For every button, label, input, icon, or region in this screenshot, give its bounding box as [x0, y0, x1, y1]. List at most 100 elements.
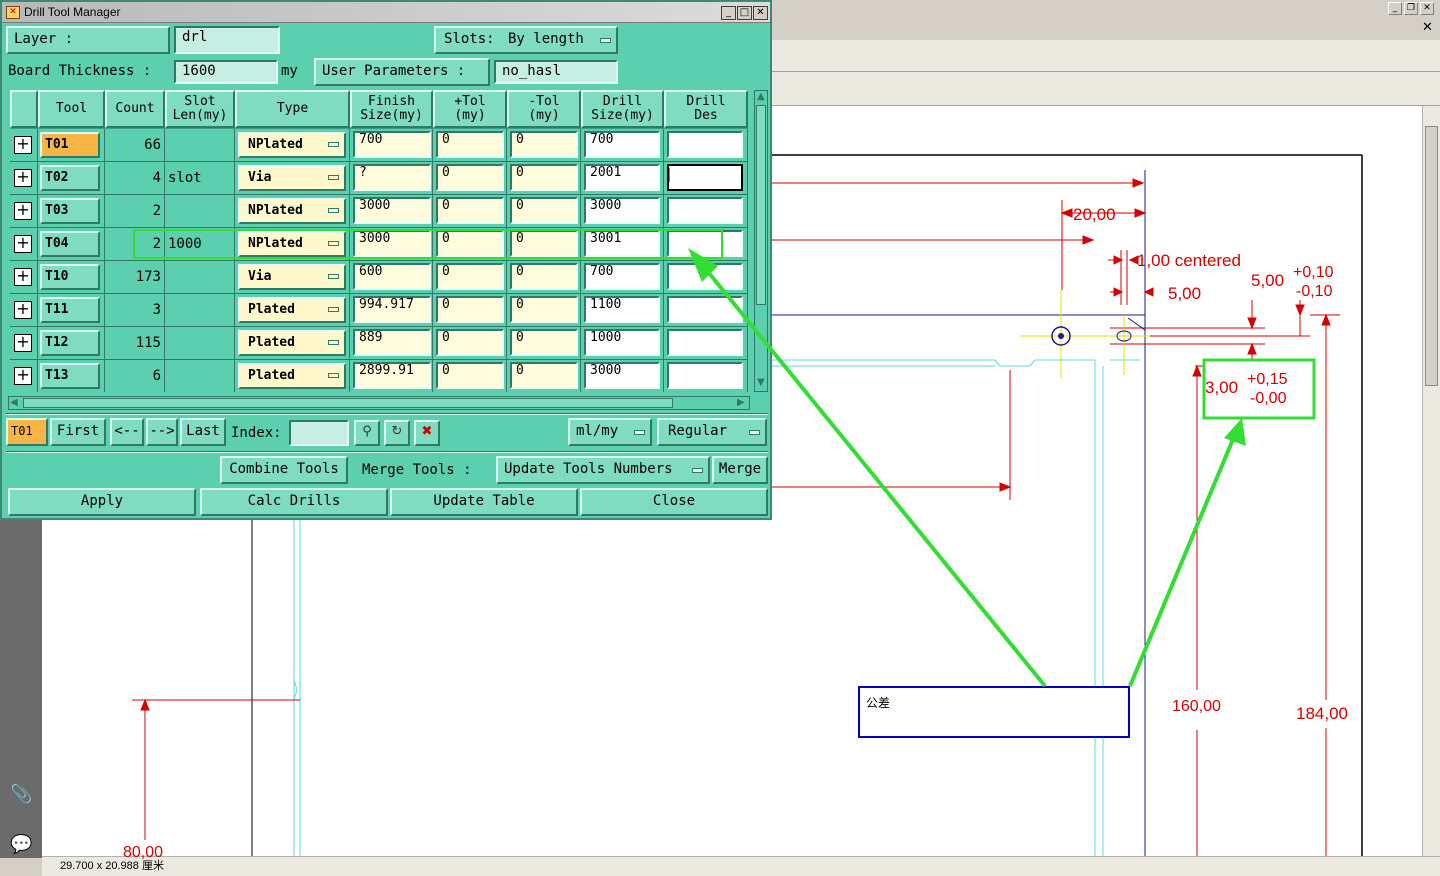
minimize-icon[interactable]: _: [721, 6, 736, 20]
tool-button[interactable]: T11: [40, 297, 100, 323]
column-header-minus-tol[interactable]: -Tol (my): [507, 90, 581, 128]
units-dropdown[interactable]: ml/my: [568, 418, 652, 446]
table-vertical-scrollbar[interactable]: ▲ ▼: [754, 90, 768, 392]
apply-button[interactable]: Apply: [8, 488, 196, 516]
index-input[interactable]: [289, 420, 349, 446]
plus-tol-input[interactable]: 0: [436, 329, 504, 356]
type-dropdown[interactable]: Via: [238, 264, 346, 290]
first-button[interactable]: First: [50, 418, 106, 446]
finish-size-input[interactable]: 600: [353, 263, 431, 290]
minus-tol-input[interactable]: 0: [510, 329, 578, 356]
tool-button[interactable]: T02: [40, 165, 100, 191]
drill-size-input[interactable]: 3000: [584, 197, 660, 224]
expand-icon[interactable]: +: [14, 334, 32, 352]
column-header-type[interactable]: Type: [235, 90, 350, 128]
tool-button[interactable]: T03: [40, 198, 100, 224]
minus-tol-input[interactable]: 0: [510, 197, 578, 224]
minus-tol-input[interactable]: 0: [510, 164, 578, 191]
type-dropdown[interactable]: Plated: [238, 330, 346, 356]
column-header-finish-size[interactable]: Finish Size(my): [350, 90, 433, 128]
refresh-icon[interactable]: ↻: [384, 420, 410, 446]
scroll-up-icon[interactable]: ▲: [757, 91, 765, 102]
board-thickness-field[interactable]: 1600: [174, 60, 278, 84]
finish-size-input[interactable]: 3000: [353, 197, 431, 224]
update-tools-numbers-dropdown[interactable]: Update Tools Numbers: [496, 456, 710, 484]
update-table-button[interactable]: Update Table: [390, 488, 578, 516]
user-parameters-button[interactable]: User Parameters :: [314, 58, 490, 86]
finish-size-input[interactable]: 889: [353, 329, 431, 356]
slots-dropdown[interactable]: Slots: By length: [434, 26, 618, 54]
next-button[interactable]: -->: [146, 418, 178, 446]
scroll-thumb[interactable]: [756, 105, 766, 305]
expand-icon[interactable]: +: [14, 301, 32, 319]
expand-icon[interactable]: +: [14, 202, 32, 220]
drill-size-input[interactable]: 1100: [584, 296, 660, 323]
calc-drills-button[interactable]: Calc Drills: [200, 488, 388, 516]
maximize-icon[interactable]: □: [737, 6, 752, 20]
minus-tol-input[interactable]: 0: [510, 131, 578, 158]
type-dropdown[interactable]: Via: [238, 165, 346, 191]
tool-button[interactable]: T12: [40, 330, 100, 356]
type-dropdown[interactable]: Plated: [238, 297, 346, 323]
expand-icon[interactable]: +: [14, 169, 32, 187]
tool-button[interactable]: T13: [40, 363, 100, 389]
plus-tol-input[interactable]: 0: [436, 131, 504, 158]
drill-des-input[interactable]: [667, 263, 743, 290]
tool-button[interactable]: T10: [40, 264, 100, 290]
layer-button[interactable]: Layer :: [6, 26, 170, 54]
column-header-tool[interactable]: Tool: [38, 90, 105, 128]
expand-icon[interactable]: +: [14, 235, 32, 253]
type-dropdown[interactable]: NPlated: [238, 132, 346, 158]
delete-icon[interactable]: ✖: [414, 420, 440, 446]
drill-size-input[interactable]: 3000: [584, 362, 660, 389]
drill-des-input[interactable]: [667, 197, 743, 224]
last-button[interactable]: Last: [180, 418, 226, 446]
tool-button[interactable]: T01: [40, 132, 100, 158]
expand-icon[interactable]: +: [14, 268, 32, 286]
drill-size-input[interactable]: 1000: [584, 329, 660, 356]
drill-des-input[interactable]: [667, 362, 743, 389]
dialog-titlebar[interactable]: ✕ Drill Tool Manager _ □ ✕: [2, 2, 770, 23]
scroll-right-icon[interactable]: ▶: [737, 397, 745, 408]
finish-size-input[interactable]: ?: [353, 164, 431, 191]
mode-dropdown[interactable]: Regular: [657, 418, 767, 446]
scroll-down-icon[interactable]: ▼: [757, 377, 765, 388]
search-icon[interactable]: ⚲: [354, 420, 380, 446]
expand-icon[interactable]: +: [14, 367, 32, 385]
drill-size-input[interactable]: 700: [584, 263, 660, 290]
plus-tol-input[interactable]: 0: [436, 296, 504, 323]
minus-tol-input[interactable]: 0: [510, 263, 578, 290]
finish-size-input[interactable]: 2899.91: [353, 362, 431, 389]
column-header-drill-size[interactable]: Drill Size(my): [581, 90, 664, 128]
column-header-plus-tol[interactable]: +Tol (my): [433, 90, 507, 128]
column-header-count[interactable]: Count: [105, 90, 165, 128]
drill-des-input-focused[interactable]: [667, 164, 743, 191]
finish-size-input[interactable]: 700: [353, 131, 431, 158]
plus-tol-input[interactable]: 0: [436, 164, 504, 191]
merge-button[interactable]: Merge: [712, 456, 768, 484]
drill-size-input[interactable]: 2001: [584, 164, 660, 191]
type-dropdown[interactable]: NPlated: [238, 198, 346, 224]
table-horizontal-scrollbar[interactable]: ◀ ▶: [8, 396, 750, 410]
close-icon[interactable]: ✕: [753, 6, 768, 20]
expand-icon[interactable]: +: [14, 136, 32, 154]
combine-tools-button[interactable]: Combine Tools: [220, 456, 348, 484]
minus-tol-input[interactable]: 0: [510, 296, 578, 323]
tool-button[interactable]: T04: [40, 231, 100, 257]
plus-tol-input[interactable]: 0: [436, 362, 504, 389]
plus-tol-input[interactable]: 0: [436, 197, 504, 224]
scroll-thumb[interactable]: [23, 398, 673, 408]
scroll-left-icon[interactable]: ◀: [10, 397, 18, 408]
tolerance-note-box[interactable]: 公差: [858, 686, 1130, 738]
user-parameters-field[interactable]: no_hasl: [494, 60, 618, 84]
layer-field[interactable]: drl: [174, 26, 280, 54]
drill-size-input[interactable]: 700: [584, 131, 660, 158]
close-button[interactable]: Close: [580, 488, 768, 516]
finish-size-input[interactable]: 994.917: [353, 296, 431, 323]
minus-tol-input[interactable]: 0: [510, 362, 578, 389]
type-dropdown[interactable]: Plated: [238, 363, 346, 389]
drill-des-input[interactable]: [667, 329, 743, 356]
column-header-slot-len[interactable]: Slot Len(my): [165, 90, 235, 128]
drill-des-input[interactable]: [667, 296, 743, 323]
drill-des-input[interactable]: [667, 131, 743, 158]
